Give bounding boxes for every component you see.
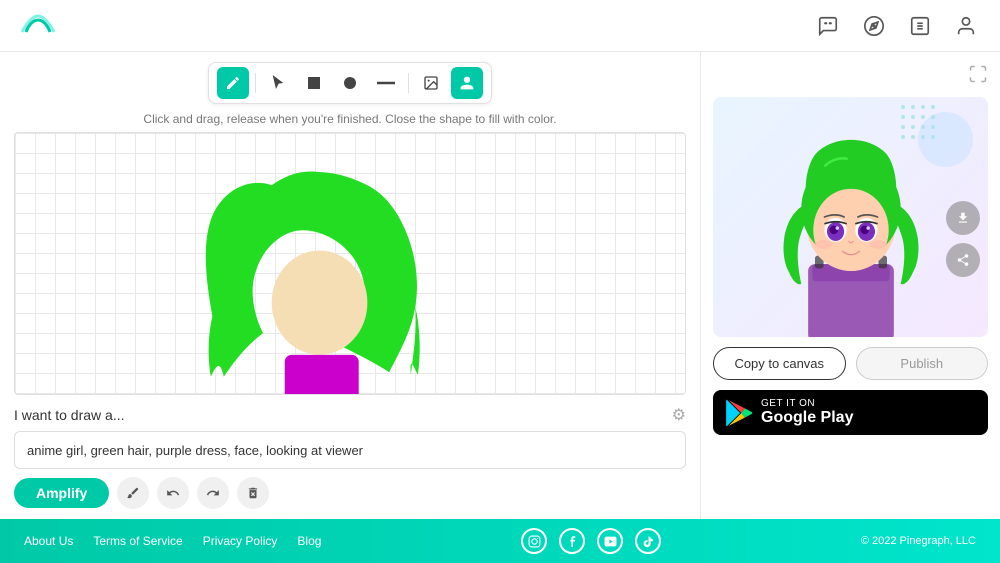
preview-header xyxy=(713,64,988,89)
canvas-hint-text: Click and drag, release when you're fini… xyxy=(14,112,686,126)
user-icon[interactable] xyxy=(952,12,980,40)
instagram-icon[interactable] xyxy=(521,528,547,554)
drawing-canvas[interactable] xyxy=(14,132,686,395)
app-logo xyxy=(20,12,56,40)
google-play-label: Google Play xyxy=(761,409,853,427)
footer-copyright: © 2022 Pinegraph, LLC xyxy=(861,535,976,547)
footer-social xyxy=(521,528,661,554)
pen-tool[interactable] xyxy=(217,67,249,99)
copy-to-canvas-button[interactable]: Copy to canvas xyxy=(713,347,846,380)
header-actions xyxy=(814,12,980,40)
preview-image xyxy=(713,97,988,337)
character-tool[interactable] xyxy=(451,67,483,99)
compass-icon[interactable] xyxy=(860,12,888,40)
google-play-sublabel: GET IT ON xyxy=(761,398,853,409)
undo-icon[interactable] xyxy=(157,477,189,509)
privacy-link[interactable]: Privacy Policy xyxy=(203,534,278,548)
select-tool[interactable] xyxy=(262,67,294,99)
toolbar-separator xyxy=(255,73,256,93)
tiktok-icon[interactable] xyxy=(635,528,661,554)
download-icon[interactable] xyxy=(946,201,980,235)
blog-link[interactable]: Blog xyxy=(297,534,321,548)
prompt-actions: Amplify xyxy=(14,477,686,509)
amplify-button[interactable]: Amplify xyxy=(14,478,109,508)
resize-icon[interactable] xyxy=(968,64,988,89)
google-play-badge[interactable]: GET IT ON Google Play xyxy=(713,390,988,435)
line-tool[interactable] xyxy=(370,67,402,99)
toolbar-separator-2 xyxy=(408,73,409,93)
prompt-input[interactable]: anime girl, green hair, purple dress, fa… xyxy=(14,431,686,469)
publish-button[interactable]: Publish xyxy=(856,347,989,380)
preview-side-actions xyxy=(946,201,980,277)
footer: About Us Terms of Service Privacy Policy… xyxy=(0,519,1000,563)
preview-panel: Copy to canvas Publish GET IT ON Google … xyxy=(700,52,1000,519)
menu-icon[interactable] xyxy=(906,12,934,40)
footer-links: About Us Terms of Service Privacy Policy… xyxy=(24,534,321,548)
redo-icon[interactable] xyxy=(197,477,229,509)
main-content: Click and drag, release when you're fini… xyxy=(0,52,1000,519)
share-icon[interactable] xyxy=(946,243,980,277)
prompt-section: I want to draw a... ⚙ anime girl, green … xyxy=(14,405,686,509)
terms-link[interactable]: Terms of Service xyxy=(93,534,182,548)
about-us-link[interactable]: About Us xyxy=(24,534,73,548)
preview-actions: Copy to canvas Publish xyxy=(713,347,988,380)
chat-icon[interactable] xyxy=(814,12,842,40)
prompt-label: I want to draw a... ⚙ xyxy=(14,405,686,425)
youtube-icon[interactable] xyxy=(597,528,623,554)
circle-tool[interactable] xyxy=(334,67,366,99)
canvas-panel: Click and drag, release when you're fini… xyxy=(0,52,700,519)
prompt-label-text: I want to draw a... xyxy=(14,407,125,423)
google-play-text: GET IT ON Google Play xyxy=(761,398,853,427)
header xyxy=(0,0,1000,52)
paint-brush-icon[interactable] xyxy=(117,477,149,509)
settings-gear-icon[interactable]: ⚙ xyxy=(672,405,686,425)
rectangle-tool[interactable] xyxy=(298,67,330,99)
image-tool[interactable] xyxy=(415,67,447,99)
tumblr-icon[interactable] xyxy=(559,528,585,554)
clear-icon[interactable] xyxy=(237,477,269,509)
drawing-toolbar xyxy=(208,62,492,104)
